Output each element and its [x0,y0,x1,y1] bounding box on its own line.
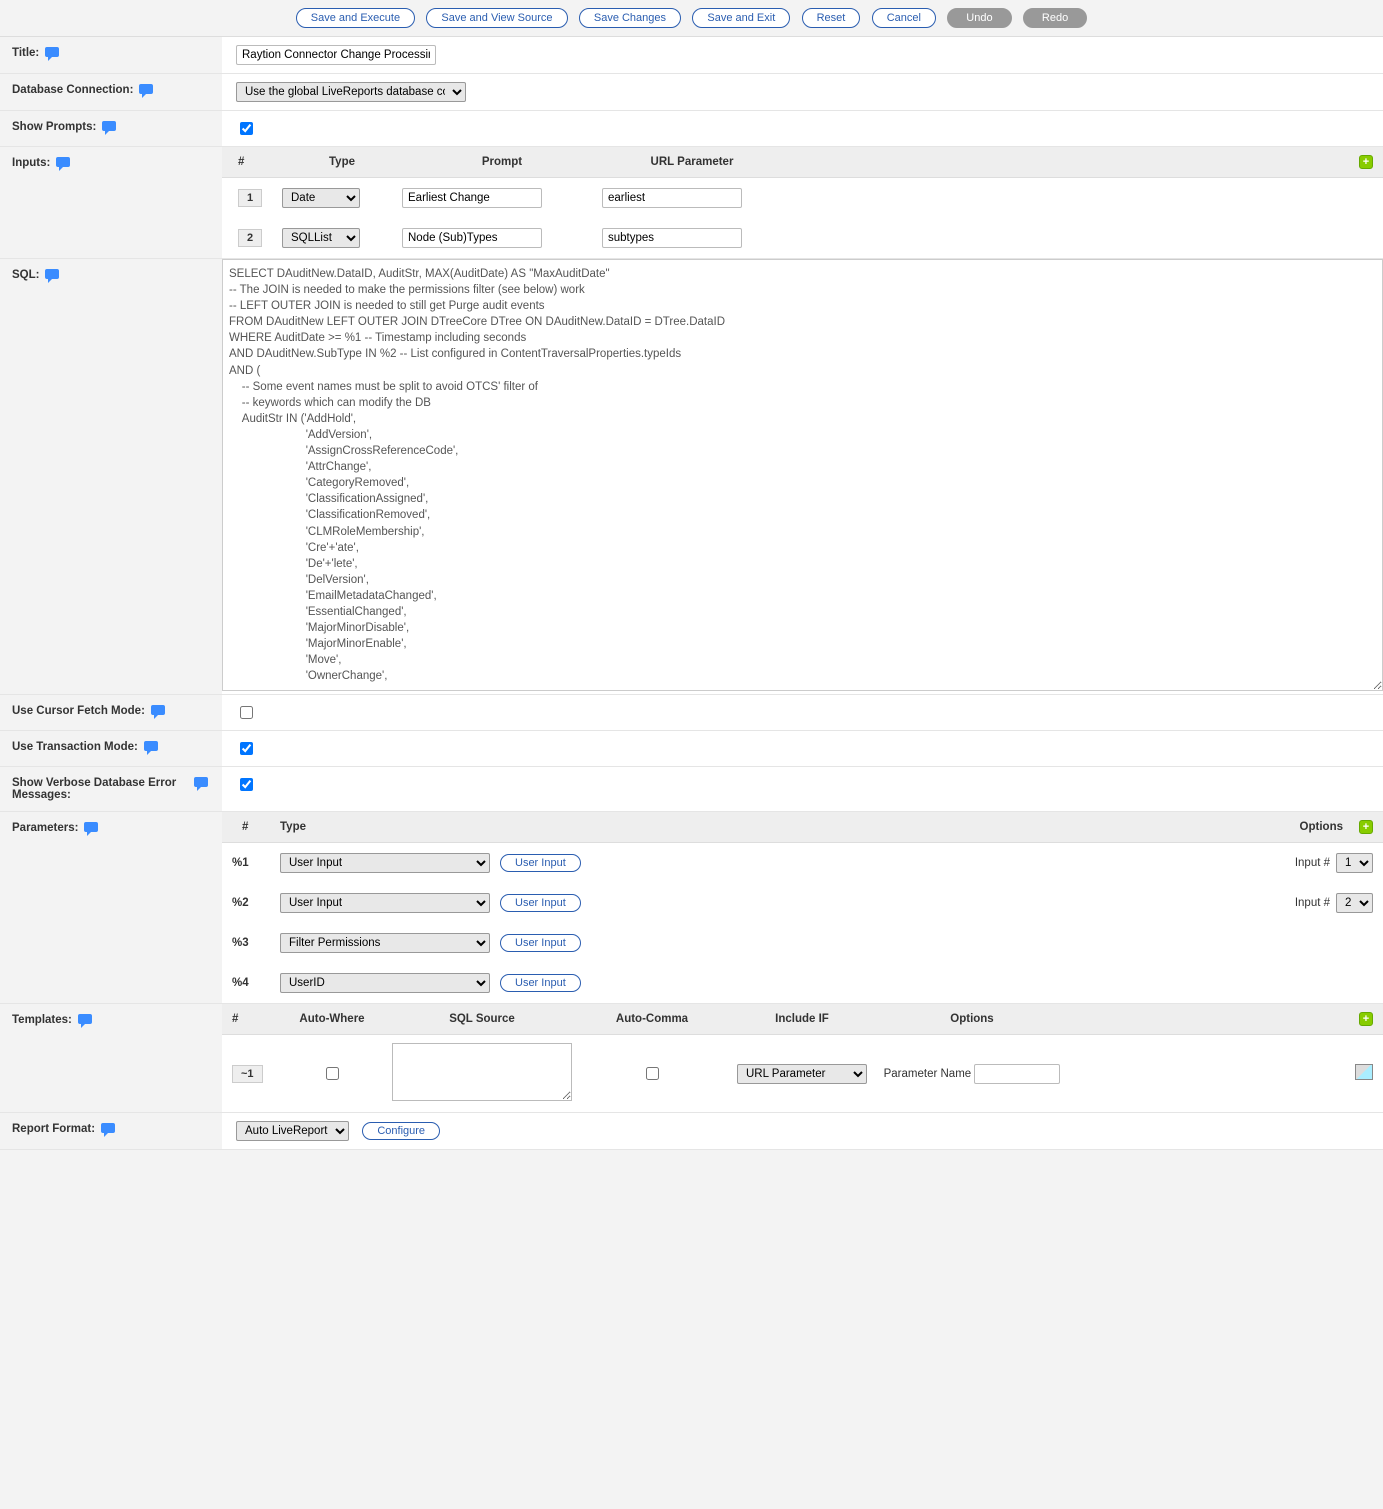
transaction-checkbox[interactable] [240,742,253,755]
input-row: 1 Date [222,178,1383,218]
template-row: ~1 URL Parameter Parameter Name [222,1035,1383,1112]
input-type-select[interactable]: Date [282,188,360,208]
inputs-header-num: # [232,156,282,168]
inputs-header-type: Type [282,156,402,168]
input-num-select[interactable]: 1 [1336,853,1373,873]
param-header-options: Options [1300,821,1351,833]
sql-label: SQL: [12,269,39,281]
help-icon[interactable] [56,157,72,171]
param-type-select[interactable]: Filter Permissions [280,933,490,953]
cancel-button[interactable]: Cancel [872,8,936,28]
help-icon[interactable] [139,84,155,98]
add-template-icon[interactable]: + [1359,1012,1373,1026]
param-num: %1 [232,857,280,869]
input-num-badge: 1 [238,189,262,207]
save-execute-button[interactable]: Save and Execute [296,8,415,28]
configure-button[interactable]: Configure [362,1122,440,1140]
help-icon[interactable] [84,822,100,836]
save-changes-button[interactable]: Save Changes [579,8,681,28]
db-connection-select[interactable]: Use the global LiveReports database conn… [236,82,466,102]
show-prompts-label: Show Prompts: [12,121,96,133]
input-row: 2 SQLList [222,218,1383,258]
auto-where-checkbox[interactable] [326,1067,339,1080]
help-icon[interactable] [45,269,61,283]
title-label: Title: [12,47,39,59]
param-type-select[interactable]: User Input [280,853,490,873]
transaction-label: Use Transaction Mode: [12,741,138,753]
image-icon[interactable] [1355,1064,1373,1080]
param-num: %3 [232,937,280,949]
user-input-button[interactable]: User Input [500,934,581,952]
help-icon[interactable] [194,777,210,791]
add-parameter-icon[interactable]: + [1359,820,1373,834]
input-url-field[interactable] [602,228,742,248]
user-input-button[interactable]: User Input [500,894,581,912]
save-view-source-button[interactable]: Save and View Source [426,8,567,28]
verbose-label: Show Verbose Database Error Messages: [12,777,188,801]
param-header-num: # [232,821,280,833]
input-num-badge: 2 [238,229,262,247]
templates-label: Templates: [12,1014,72,1026]
save-exit-button[interactable]: Save and Exit [692,8,790,28]
report-format-label: Report Format: [12,1123,95,1135]
inputs-label: Inputs: [12,157,50,169]
help-icon[interactable] [102,121,118,135]
inputs-header-prompt: Prompt [402,156,602,168]
tmpl-header-num: # [232,1013,282,1025]
input-prompt-field[interactable] [402,188,542,208]
input-num-select[interactable]: 2 [1336,893,1373,913]
include-if-select[interactable]: URL Parameter [737,1064,867,1084]
verbose-checkbox[interactable] [240,778,253,791]
show-prompts-checkbox[interactable] [240,122,253,135]
param-num: %2 [232,897,280,909]
help-icon[interactable] [45,47,61,61]
tmpl-header-autowhere: Auto-Where [282,1013,382,1025]
input-num-label: Input # [1295,857,1330,869]
undo-button[interactable]: Undo [947,8,1011,28]
parameter-row: %3 Filter Permissions User Input [222,923,1383,963]
parameters-label: Parameters: [12,822,78,834]
param-name-label: Parameter Name [884,1068,972,1080]
add-input-icon[interactable]: + [1359,155,1373,169]
tmpl-header-sqlsource: SQL Source [382,1013,582,1025]
reset-button[interactable]: Reset [802,8,861,28]
tmpl-header-options: Options [882,1013,1062,1025]
parameter-row: %2 User Input User Input Input # 2 [222,883,1383,923]
redo-button[interactable]: Redo [1023,8,1087,28]
cursor-fetch-checkbox[interactable] [240,706,253,719]
tmpl-header-autocomma: Auto-Comma [582,1013,722,1025]
input-url-field[interactable] [602,188,742,208]
input-num-label: Input # [1295,897,1330,909]
input-prompt-field[interactable] [402,228,542,248]
tmpl-num-badge: ~1 [232,1065,263,1083]
param-type-select[interactable]: UserID [280,973,490,993]
parameter-row: %1 User Input User Input Input # 1 [222,843,1383,883]
parameter-row: %4 UserID User Input [222,963,1383,1003]
param-name-input[interactable] [974,1064,1060,1084]
param-num: %4 [232,977,280,989]
db-connection-label: Database Connection: [12,84,133,96]
param-header-type: Type [280,821,500,833]
report-format-select[interactable]: Auto LiveReport [236,1121,349,1141]
title-input[interactable] [236,45,436,65]
help-icon[interactable] [78,1014,94,1028]
help-icon[interactable] [144,741,160,755]
sql-source-textarea[interactable] [392,1043,572,1101]
inputs-header-url: URL Parameter [602,156,782,168]
top-toolbar: Save and Execute Save and View Source Sa… [0,0,1383,37]
input-type-select[interactable]: SQLList [282,228,360,248]
sql-textarea[interactable] [222,259,1383,691]
tmpl-header-includeif: Include IF [722,1013,882,1025]
help-icon[interactable] [101,1123,117,1137]
user-input-button[interactable]: User Input [500,854,581,872]
param-type-select[interactable]: User Input [280,893,490,913]
cursor-fetch-label: Use Cursor Fetch Mode: [12,705,145,717]
help-icon[interactable] [151,705,167,719]
auto-comma-checkbox[interactable] [646,1067,659,1080]
user-input-button[interactable]: User Input [500,974,581,992]
